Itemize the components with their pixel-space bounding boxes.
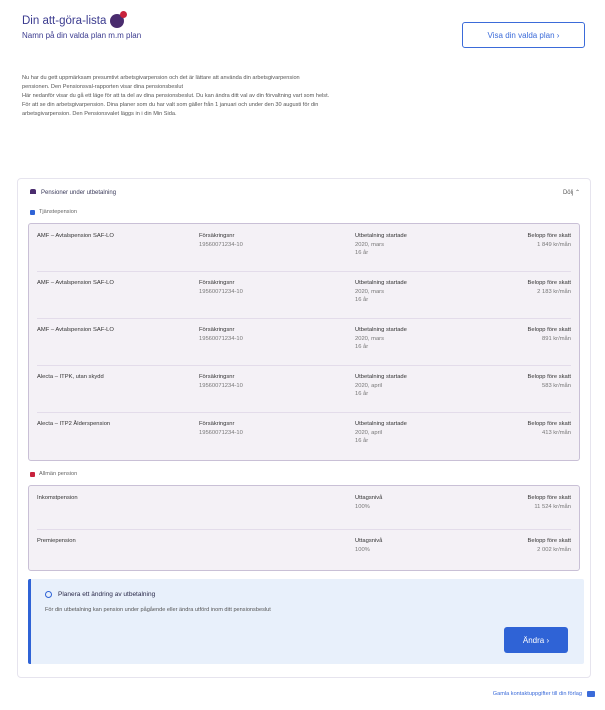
occupational-panel: AMF – Avtalspension SAF-LO Försäkringsnr…: [28, 223, 580, 461]
folder-icon: [587, 691, 595, 697]
policy-label: Försäkringsnr: [199, 280, 235, 286]
header: Din att-göra-lista Namn på din valda pla…: [22, 11, 585, 54]
intro-text: Nu har du gett uppmärksam presumtivt arb…: [22, 74, 422, 119]
policy-number: 19560071234-10: [199, 241, 243, 248]
page-title: Din att-göra-lista: [22, 15, 107, 27]
policy-label: Försäkringsnr: [199, 327, 235, 333]
footer-link-text[interactable]: Gamla kontaktuppgifter till din förlag: [493, 691, 582, 697]
info-icon: [45, 591, 52, 598]
amount-label: Belopp före skatt: [527, 421, 571, 427]
pension-name: AMF – Avtalspension SAF-LO: [37, 233, 114, 239]
show-plan-button[interactable]: Visa din valda plan ›: [462, 22, 585, 48]
amount-value: 11 524 kr/mån: [534, 503, 571, 510]
policy-label: Försäkringsnr: [199, 374, 235, 380]
logo-icon: [110, 11, 128, 28]
payout-card: Pensioner under utbetalning Dölj ⌃ Tjäns…: [17, 178, 591, 678]
section-marker-icon: [30, 471, 35, 477]
amount-label: Belopp före skatt: [527, 280, 571, 286]
section-marker-icon: [30, 209, 35, 215]
pension-name: Alecta – ITPK, utan skydd: [37, 374, 104, 380]
amount-label: Belopp före skatt: [527, 374, 571, 380]
amount-label: Belopp före skatt: [527, 538, 571, 544]
public-panel: Inkomstpension Uttagsnivå 100% Belopp för…: [28, 485, 580, 571]
change-button[interactable]: Ändra ›: [504, 627, 568, 653]
section-label-public: Allmän pension: [30, 471, 77, 477]
card-title: Pensioner under utbetalning: [30, 189, 116, 196]
policy-label: Försäkringsnr: [199, 421, 235, 427]
pension-name: Inkomstpension: [37, 495, 78, 501]
section-label-text: Allmän pension: [39, 471, 78, 477]
duration: 16 år: [355, 391, 369, 397]
pension-name: Alecta – ITP2 Ålderspension: [37, 421, 111, 427]
intro-line: pensionen. Den Pensionsval-rapporten vis…: [22, 84, 184, 90]
intro-line: arbetsgivarpension. Den Pensionsvalet lä…: [22, 111, 177, 117]
amount-value: 413 kr/mån: [542, 429, 571, 436]
intro-line: Nu har du gett uppmärksam presumtivt arb…: [22, 75, 300, 81]
policy-label: Försäkringsnr: [199, 233, 235, 239]
amount-value: 1 849 kr/mån: [537, 241, 571, 248]
policy-number: 19560071234-10: [199, 335, 243, 342]
table-row[interactable]: Alecta – ITP2 Ålderspension Försäkringsn…: [29, 412, 579, 470]
section-label-text: Tjänstepension: [39, 209, 77, 215]
info-text: För din utbetalning kan pension under på…: [45, 607, 271, 613]
change-payout-box: Planera ett ändring av utbetalning För d…: [28, 579, 584, 664]
pension-icon: [30, 189, 36, 194]
footer-link[interactable]: Gamla kontaktuppgifter till din förlag: [493, 691, 595, 697]
policy-number: 19560071234-10: [199, 429, 243, 436]
card-header: Pensioner under utbetalning Dölj ⌃: [30, 189, 580, 196]
duration: 16 år: [355, 297, 369, 303]
amount-value: 2 183 kr/mån: [537, 288, 571, 295]
amount-value: 891 kr/mån: [542, 335, 571, 342]
duration: 16 år: [355, 438, 369, 444]
intro-line: För att se din arbetsgivarpension. Dina …: [22, 102, 319, 108]
duration: 16 år: [355, 250, 369, 256]
info-title-text: Planera ett ändring av utbetalning: [58, 591, 156, 598]
duration: 16 år: [355, 344, 369, 350]
amount-label: Belopp före skatt: [527, 233, 571, 239]
pension-name: AMF – Avtalspension SAF-LO: [37, 327, 114, 333]
intro-line: Här nedanför visar du gå ett läge för at…: [22, 93, 330, 99]
collapse-toggle[interactable]: Dölj ⌃: [563, 189, 580, 196]
table-row[interactable]: Premiepension Uttagsnivå 100% Belopp före…: [29, 529, 579, 572]
card-title-text: Pensioner under utbetalning: [41, 190, 117, 196]
table-row[interactable]: Inkomstpension Uttagsnivå 100% Belopp för…: [29, 486, 579, 529]
pension-name: Premiepension: [37, 538, 76, 544]
pension-name: AMF – Avtalspension SAF-LO: [37, 280, 114, 286]
amount-value: 2 002 kr/mån: [537, 546, 571, 553]
amount-label: Belopp före skatt: [527, 495, 571, 501]
amount-label: Belopp före skatt: [527, 327, 571, 333]
section-label-occupational: Tjänstepension: [30, 209, 77, 215]
info-title: Planera ett ändring av utbetalning: [45, 591, 155, 598]
policy-number: 19560071234-10: [199, 382, 243, 389]
policy-number: 19560071234-10: [199, 288, 243, 295]
amount-value: 583 kr/mån: [542, 382, 571, 389]
